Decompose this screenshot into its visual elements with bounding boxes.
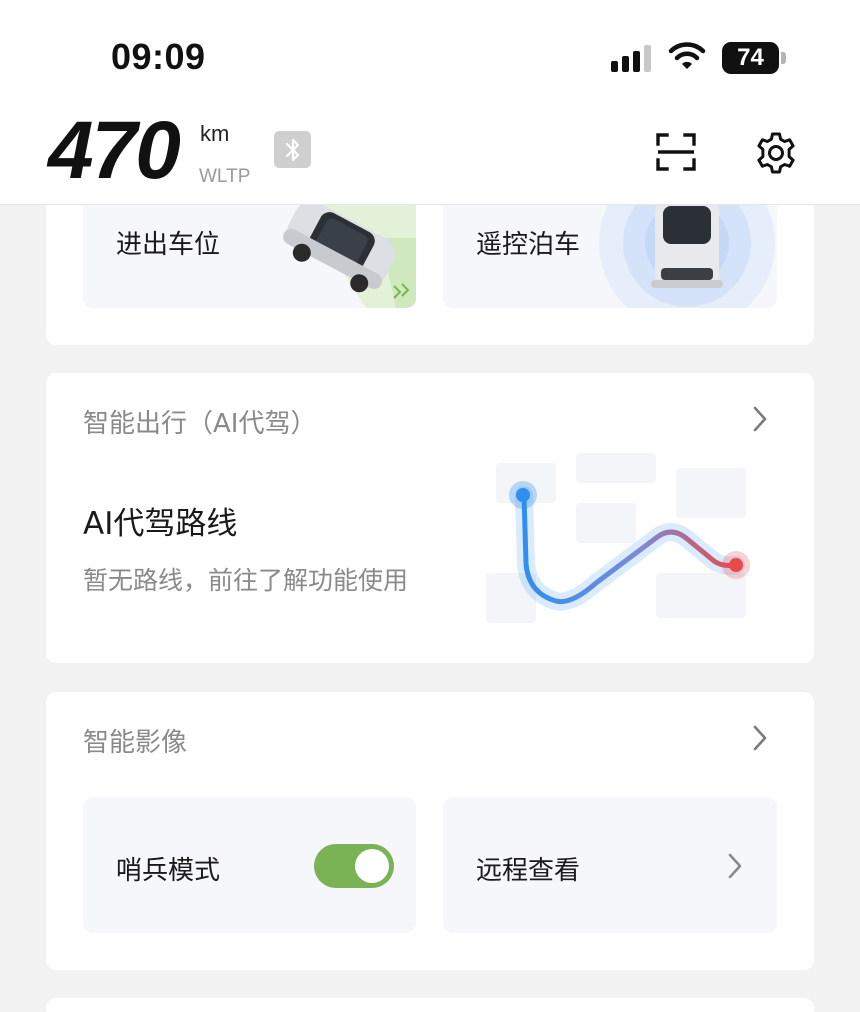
range-value: 470: [48, 105, 181, 196]
tile-remote-parking[interactable]: 遥控泊车: [443, 198, 777, 308]
tile-label: 进出车位: [116, 230, 221, 260]
chevron-right-icon[interactable]: [750, 724, 770, 752]
toggle-knob: [355, 849, 389, 883]
scan-icon[interactable]: [655, 131, 697, 173]
chevron-right-icon[interactable]: [750, 405, 770, 433]
app-header: 09:09 74 470 km WLTP: [0, 0, 860, 205]
remote-parking-illustration: [599, 198, 775, 308]
next-card: [46, 998, 814, 1012]
battery-level: 74: [737, 44, 764, 71]
gear-icon[interactable]: [754, 131, 798, 175]
battery-icon: 74: [722, 42, 786, 74]
wifi-icon: [668, 42, 706, 69]
ai-route-title: AI代驾路线: [83, 506, 238, 542]
card-title: 智能出行（AI代驾）: [83, 409, 317, 439]
ai-drive-card[interactable]: 智能出行（AI代驾） AI代驾路线 暂无路线，前往了解功能使用: [46, 373, 814, 663]
status-time: 09:09: [111, 36, 206, 77]
sentry-mode-toggle[interactable]: [314, 844, 394, 888]
car-parking-illustration: [283, 198, 416, 308]
route-map-illustration: [486, 453, 750, 623]
tile-enter-exit-parking[interactable]: 进出车位: [83, 198, 416, 308]
tile-label: 遥控泊车: [476, 230, 581, 260]
cellular-signal-icon: [611, 44, 651, 72]
range-standard: WLTP: [199, 166, 251, 187]
bluetooth-icon: [285, 138, 299, 161]
card-title: 智能影像: [83, 728, 188, 758]
tile-label: 远程查看: [476, 856, 581, 886]
range-unit: km: [200, 121, 230, 146]
chevron-right-icon: [728, 853, 742, 879]
camera-card: 智能影像 哨兵模式 远程查看: [46, 692, 814, 970]
ai-route-subtitle[interactable]: 暂无路线，前往了解功能使用: [83, 561, 408, 597]
tile-remote-view[interactable]: 远程查看: [443, 797, 777, 933]
tile-label: 哨兵模式: [116, 856, 221, 886]
bluetooth-status[interactable]: [274, 131, 311, 168]
